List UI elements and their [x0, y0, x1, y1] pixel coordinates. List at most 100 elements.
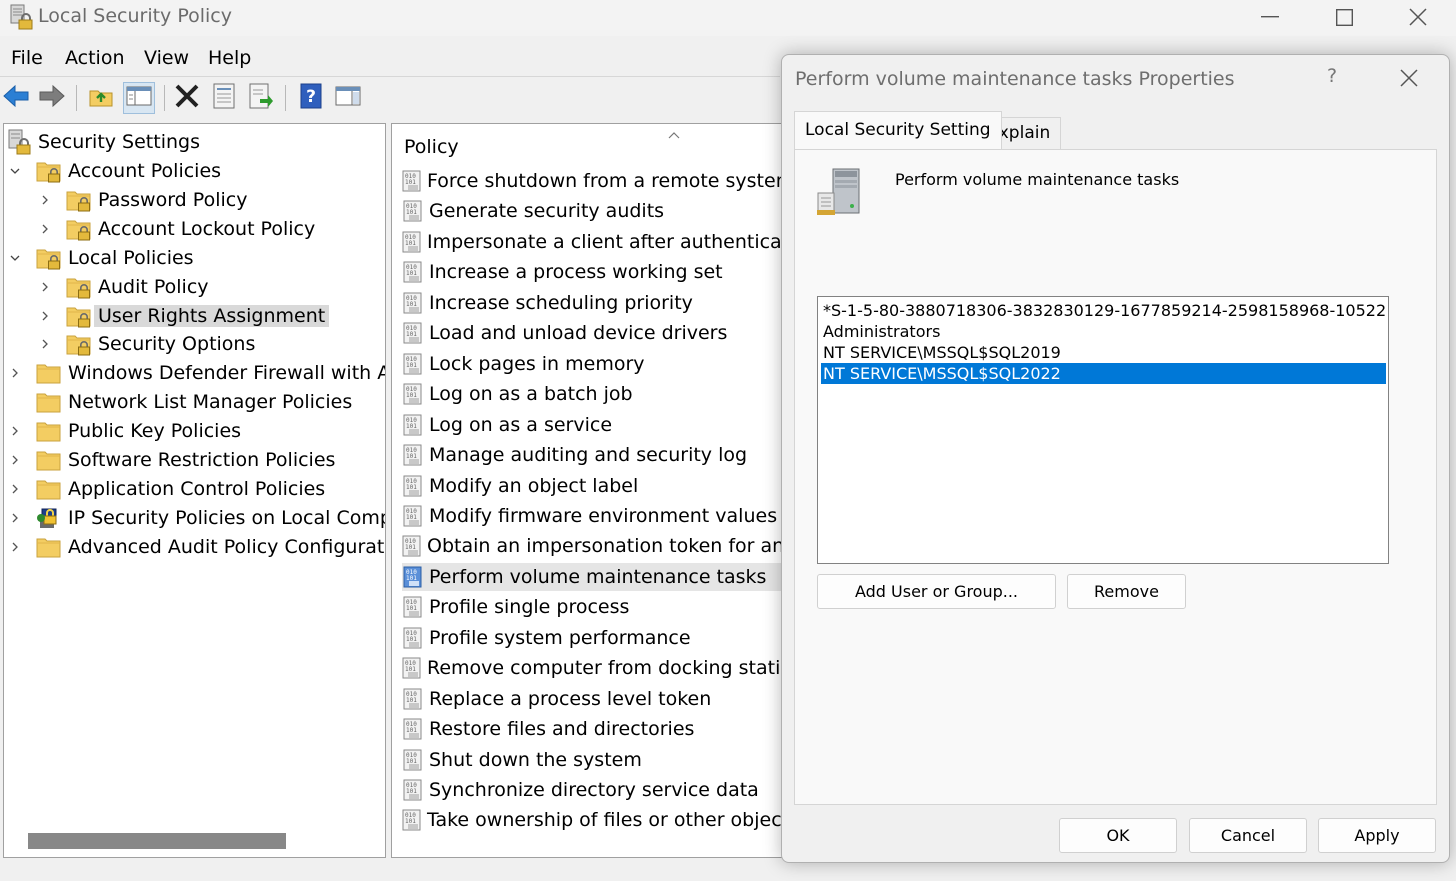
policy-row[interactable]: 010 101 Increase scheduling priority	[402, 289, 783, 317]
policy-row[interactable]: 010 101 Profile system performance	[402, 624, 783, 652]
policy-row[interactable]: 010 101 Shut down the system	[402, 746, 783, 774]
chevron-right-icon[interactable]	[38, 309, 52, 323]
policy-row[interactable]: 010 101 Replace a process level token	[402, 685, 783, 713]
remove-button[interactable]: Remove	[1067, 574, 1186, 609]
close-button[interactable]	[1382, 0, 1454, 34]
ok-button[interactable]: OK	[1059, 818, 1177, 853]
policy-row[interactable]: 010 101 Log on as a batch job	[402, 380, 783, 408]
policy-row[interactable]: 010 101 Force shutdown from a remote syste…	[402, 167, 783, 195]
dialog-help-button[interactable]: ?	[1327, 65, 1337, 87]
policy-row[interactable]: 010 101 Synchronize directory service data	[402, 776, 783, 804]
policy-row[interactable]: 010 101 Perform volume maintenance tasks	[402, 562, 783, 591]
policy-icon: 010 101	[402, 413, 424, 437]
chevron-right-icon[interactable]	[38, 222, 52, 236]
show-hide-action-pane-icon	[335, 85, 361, 111]
policy-label: Remove computer from docking station	[427, 657, 783, 680]
svg-text:101: 101	[406, 727, 417, 734]
policy-row[interactable]: 010 101 Remove computer from docking stati…	[402, 654, 783, 682]
chevron-right-icon[interactable]	[38, 193, 52, 207]
tree-item-label: Audit Policy	[98, 275, 209, 298]
show-hide-tree-button[interactable]	[123, 82, 155, 114]
policy-row[interactable]: 010 101 Load and unload device drivers	[402, 319, 783, 347]
tree-item[interactable]: Application Control Policies	[8, 475, 325, 503]
tree-item[interactable]: Public Key Policies	[8, 417, 241, 445]
chevron-right-icon[interactable]	[8, 482, 22, 496]
show-hide-action-pane-button[interactable]	[332, 82, 364, 114]
cancel-button[interactable]: Cancel	[1189, 818, 1307, 853]
properties-icon	[212, 83, 236, 113]
forward-button[interactable]	[36, 82, 68, 114]
forward-arrow-icon	[38, 84, 66, 112]
svg-text:101: 101	[405, 666, 416, 673]
svg-text:101: 101	[405, 818, 416, 825]
chevron-right-icon[interactable]	[8, 540, 22, 554]
list-item[interactable]: NT SERVICE\MSSQL$SQL2019	[821, 342, 1386, 363]
policy-row[interactable]: 010 101 Increase a process working set	[402, 258, 783, 286]
apply-button[interactable]: Apply	[1318, 818, 1436, 853]
policy-row[interactable]: 010 101 Modify firmware environment values	[402, 502, 783, 530]
policy-row[interactable]: 010 101 Take ownership of files or other o…	[402, 806, 783, 834]
up-one-level-button[interactable]	[85, 82, 117, 114]
chevron-right-icon[interactable]	[38, 280, 52, 294]
help-button[interactable]: ?	[295, 82, 327, 114]
policy-row[interactable]: 010 101 Log on as a service	[402, 411, 783, 439]
export-list-button[interactable]	[245, 82, 277, 114]
back-button[interactable]	[0, 82, 32, 114]
toolbar: ?	[0, 76, 780, 116]
properties-button[interactable]	[208, 82, 240, 114]
tree-item-label: Security Options	[98, 333, 256, 356]
chevron-down-icon[interactable]	[8, 251, 22, 265]
tree-item[interactable]: Audit Policy	[38, 273, 209, 301]
chevron-right-icon[interactable]	[8, 424, 22, 438]
menu-view[interactable]: View	[144, 47, 189, 69]
list-item[interactable]: *S-1-5-80-3880718306-3832830129-16778592…	[821, 300, 1386, 321]
tree-item[interactable]: Password Policy	[38, 186, 247, 214]
policy-label: Take ownership of files or other objects	[427, 809, 783, 832]
tree-item[interactable]: Account Lockout Policy	[38, 215, 315, 243]
tree-item[interactable]: Software Restriction Policies	[8, 446, 335, 474]
minimize-button[interactable]	[1234, 0, 1306, 34]
policy-row[interactable]: 010 101 Lock pages in memory	[402, 350, 783, 378]
chevron-right-icon[interactable]	[8, 453, 22, 467]
policy-row[interactable]: 010 101 Generate security audits	[402, 197, 783, 225]
folder-icon	[36, 447, 62, 473]
maximize-button[interactable]	[1308, 0, 1380, 34]
svg-text:101: 101	[406, 301, 417, 308]
toolbar-separator	[76, 85, 77, 111]
add-user-or-group-button[interactable]: Add User or Group...	[817, 574, 1056, 609]
policy-row[interactable]: 010 101 Obtain an impersonation token for …	[402, 532, 783, 560]
chevron-right-icon[interactable]	[8, 366, 22, 380]
list-item-selected[interactable]: NT SERVICE\MSSQL$SQL2022	[821, 363, 1386, 384]
tree-item[interactable]: Account Policies	[8, 157, 221, 185]
tree-item-security-settings[interactable]: Security Settings	[4, 128, 200, 156]
dialog-close-button[interactable]	[1400, 69, 1418, 91]
tree-item[interactable]: IP Security Policies on Local Computer	[8, 504, 385, 532]
horizontal-scrollbar-thumb[interactable]	[28, 833, 286, 849]
delete-button[interactable]	[171, 82, 203, 114]
tree-item[interactable]: Security Options	[38, 330, 255, 358]
console-tree: Security Settings Account Policies Passwo…	[3, 123, 386, 858]
tab-local-security-setting[interactable]: Local Security Setting	[794, 111, 1002, 149]
chevron-down-icon[interactable]	[8, 164, 22, 178]
tree-item[interactable]: Advanced Audit Policy Configuration	[8, 533, 385, 561]
menu-help[interactable]: Help	[208, 47, 251, 69]
policy-folder-icon	[66, 303, 92, 329]
policy-row[interactable]: 010 101 Impersonate a client after authent…	[402, 228, 783, 256]
menu-file[interactable]: File	[11, 47, 43, 69]
list-item[interactable]: Administrators	[821, 321, 1386, 342]
tree-item[interactable]: User Rights Assignment	[38, 302, 330, 330]
tree-item[interactable]: Local Policies	[8, 244, 194, 272]
policy-label: Profile system performance	[429, 626, 691, 649]
policy-row[interactable]: 010 101 Modify an object label	[402, 472, 783, 500]
chevron-right-icon[interactable]	[38, 337, 52, 351]
member-list[interactable]: *S-1-5-80-3880718306-3832830129-16778592…	[817, 296, 1389, 564]
column-header-policy[interactable]: Policy	[404, 136, 459, 158]
policy-row[interactable]: 010 101 Restore files and directories	[402, 715, 783, 743]
tree-item-label: Local Policies	[68, 246, 194, 269]
chevron-right-icon[interactable]	[8, 511, 22, 525]
policy-row[interactable]: 010 101 Profile single process	[402, 593, 783, 621]
tree-item[interactable]: Network List Manager Policies	[8, 388, 352, 416]
menu-action[interactable]: Action	[65, 47, 125, 69]
policy-row[interactable]: 010 101 Manage auditing and security log	[402, 441, 783, 469]
tree-item[interactable]: Windows Defender Firewall with Advai	[8, 359, 385, 387]
